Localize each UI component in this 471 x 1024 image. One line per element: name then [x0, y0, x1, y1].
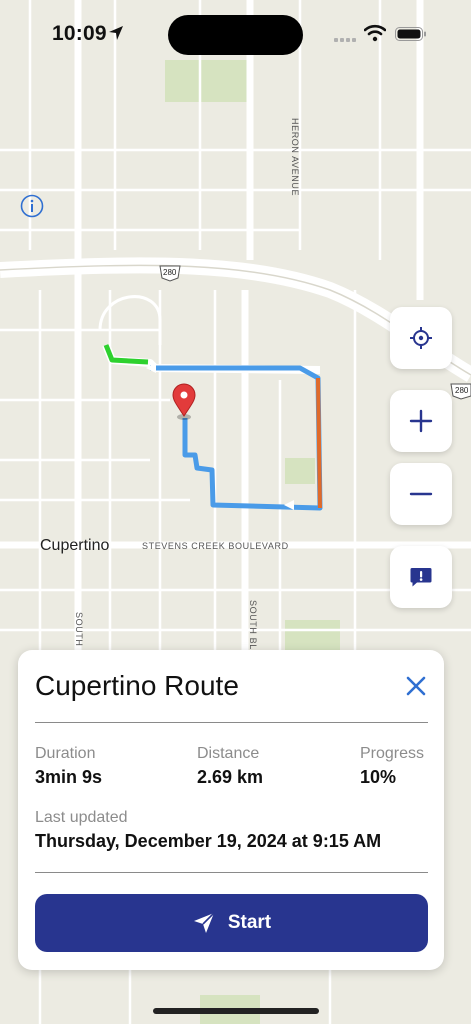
feedback-button[interactable]: [390, 546, 452, 608]
battery-icon: [395, 27, 426, 41]
dynamic-island: [168, 15, 303, 55]
navigation-arrow-icon: [193, 912, 215, 933]
highway-shield-280: 280: [163, 268, 177, 277]
map-label-stevens-creek: STEVENS CREEK BOULEVARD: [142, 541, 289, 551]
close-icon[interactable]: [402, 672, 430, 700]
map-label-heron-avenue: HERON AVENUE: [290, 118, 300, 197]
route-details-card: Cupertino Route Duration 3min 9s Distanc…: [18, 650, 444, 970]
cellular-signal-icon: [334, 38, 356, 42]
duration-label: Duration: [35, 745, 96, 762]
status-bar: 10:09: [0, 0, 471, 70]
minus-icon: [409, 492, 433, 496]
progress-label: Progress: [360, 745, 425, 762]
route-title: Cupertino Route: [35, 670, 239, 701]
zoom-out-button[interactable]: [390, 463, 452, 525]
alert-bubble-icon: [410, 568, 432, 587]
home-indicator[interactable]: [153, 1008, 319, 1014]
zoom-in-button[interactable]: [390, 390, 452, 452]
plus-icon: [409, 409, 433, 433]
crosshair-icon: [410, 327, 432, 349]
wifi-icon: [364, 24, 386, 42]
last-updated-label: Last updated: [35, 809, 128, 826]
last-updated-value: Thursday, December 19, 2024 at 9:15 AM: [35, 831, 382, 851]
locate-me-button[interactable]: [390, 307, 452, 369]
progress-value: 10%: [360, 767, 397, 787]
duration-value: 3min 9s: [35, 767, 103, 787]
start-button[interactable]: Start: [35, 894, 428, 952]
card-divider-top: [35, 722, 428, 723]
card-divider-bottom: [35, 872, 428, 873]
location-arrow-icon: [109, 26, 123, 40]
highway-shield-280-east: 280: [455, 386, 469, 395]
distance-value: 2.69 km: [197, 767, 264, 787]
info-icon[interactable]: [20, 194, 44, 218]
map-label-south-b: SOUTH BL: [248, 600, 258, 650]
status-time: 10:09: [52, 22, 107, 45]
start-button-label: Start: [227, 912, 272, 933]
distance-label: Distance: [197, 745, 260, 762]
map-label-city: Cupertino: [40, 537, 110, 554]
